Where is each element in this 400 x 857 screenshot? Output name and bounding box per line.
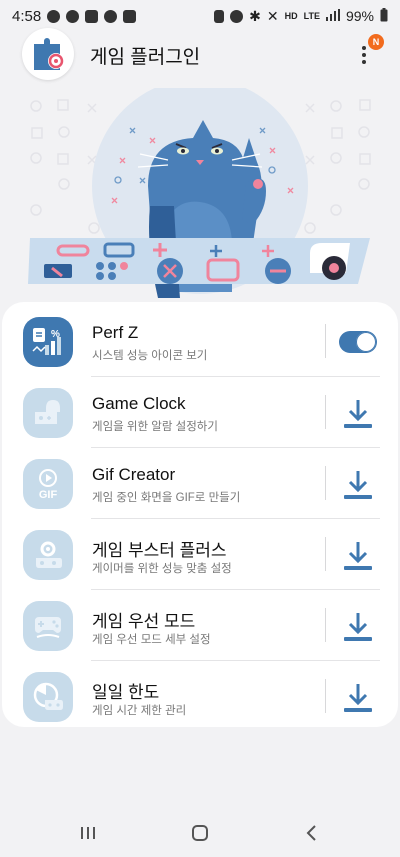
performance-icon: % (23, 317, 73, 367)
daily-limit-download-button[interactable] (336, 675, 380, 719)
game-priority-mode-download-button[interactable] (336, 604, 380, 648)
game-booster-icon (23, 530, 73, 580)
back-icon (306, 825, 316, 841)
more-options-icon (362, 46, 366, 50)
download-icon (344, 684, 372, 712)
status-bar-right: ✱ ✕ HD LTE 99% (214, 7, 388, 25)
notification-badge: N (368, 34, 384, 50)
recent-apps-button[interactable] (68, 818, 108, 848)
recent-apps-icon (81, 827, 95, 839)
app-notification-icon (85, 9, 99, 23)
plugin-row-game-clock[interactable]: Game Clock 게임을 위한 알람 설정하기 (2, 377, 398, 448)
toggle-knob (356, 332, 376, 352)
row-divider-vertical (325, 537, 326, 571)
more-options-dot (362, 60, 366, 64)
plugin-subtitle: 게이머를 위한 성능 맞춤 설정 (92, 563, 232, 575)
download-icon (344, 542, 372, 570)
plugin-subtitle: 게임 중인 화면을 GIF로 만들기 (92, 492, 241, 504)
row-divider-vertical (325, 679, 326, 713)
row-divider-vertical (325, 466, 326, 500)
bluetooth-icon: ✱ (249, 7, 261, 24)
status-time: 4:58 (12, 7, 42, 25)
plugin-list: % Perf Z 시스템 성능 아이콘 보기 Game Clock 게임을 위한… (2, 302, 398, 727)
daily-limit-icon (23, 672, 73, 722)
chat-notification-icon (47, 9, 61, 23)
game-plugins-app-icon (22, 28, 74, 80)
battery-level: 99% (345, 8, 374, 24)
toggle-switch-on[interactable] (339, 331, 377, 353)
row-divider-vertical (325, 324, 326, 358)
plugin-row-gif-creator[interactable]: GIF Gif Creator 게임 중인 화면을 GIF로 만들기 (2, 448, 398, 519)
game-clock-download-button[interactable] (336, 391, 380, 435)
gif-creator-download-button[interactable] (336, 462, 380, 506)
perf-z-toggle[interactable] (336, 320, 380, 364)
plugin-title: Game Clock (92, 394, 186, 413)
download-icon (344, 471, 372, 499)
plugin-subtitle: 게임 시간 제한 관리 (92, 705, 187, 717)
plugin-title: Gif Creator (92, 465, 176, 484)
plugin-subtitle: 시스템 성능 아이콘 보기 (92, 350, 208, 362)
plugin-title: Perf Z (92, 323, 139, 342)
row-divider-vertical (325, 395, 326, 429)
alarm-icon (230, 9, 244, 23)
game-booster-plus-download-button[interactable] (336, 533, 380, 577)
plugin-title: 게임 부스터 플러스 (92, 541, 227, 560)
system-navigation-bar (0, 808, 400, 857)
plugin-subtitle: 게임을 위한 알람 설정하기 (92, 421, 218, 433)
row-divider-vertical (325, 608, 326, 642)
mute-icon: ✕ (266, 7, 279, 24)
game-clock-icon (23, 388, 73, 438)
plugin-row-game-booster-plus[interactable]: 게임 부스터 플러스 게이머를 위한 성능 맞춤 설정 (2, 519, 398, 590)
back-button[interactable] (292, 818, 332, 848)
hero-illustration (0, 78, 400, 298)
gif-icon-text: GIF (39, 489, 58, 501)
app-header: 게임 플러그인 N (0, 28, 400, 80)
settings-notification-icon (66, 9, 80, 23)
plugin-row-perf-z[interactable]: % Perf Z 시스템 성능 아이콘 보기 (2, 306, 398, 377)
plugin-row-daily-limit[interactable]: 일일 한도 게임 시간 제한 관리 (2, 661, 398, 732)
signal-icon (325, 8, 340, 24)
lock-icon (214, 9, 225, 23)
lte-indicator: LTE (303, 10, 320, 21)
download-icon (344, 613, 372, 641)
home-icon (192, 825, 208, 841)
hd-indicator: HD (284, 10, 298, 21)
game-notification-icon (104, 9, 118, 23)
priority-mode-icon (23, 601, 73, 651)
plugin-subtitle: 게임 우선 모드 세부 설정 (92, 634, 211, 646)
more-options-dot (362, 53, 366, 57)
download-icon (344, 400, 372, 428)
gallery-notification-icon (123, 9, 137, 23)
battery-icon (380, 7, 388, 25)
gif-creator-icon: GIF (23, 459, 73, 509)
plugin-title: 게임 우선 모드 (92, 612, 196, 631)
cat-keyboard-illustration (28, 78, 371, 298)
home-button[interactable] (180, 818, 220, 848)
plugin-title: 일일 한도 (92, 683, 160, 702)
status-bar-left: 4:58 (12, 7, 137, 25)
plugin-row-game-priority-mode[interactable]: 게임 우선 모드 게임 우선 모드 세부 설정 (2, 590, 398, 661)
page-title: 게임 플러그인 (90, 47, 201, 68)
